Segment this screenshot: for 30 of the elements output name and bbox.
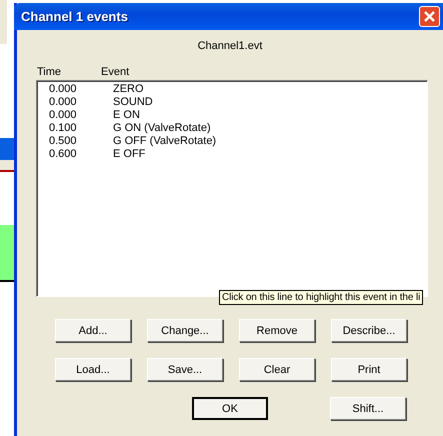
- event-time: 0.600: [48, 148, 78, 162]
- event-time: 0.000: [48, 83, 78, 96]
- close-button[interactable]: [419, 6, 440, 28]
- tooltip: Click on this line to highlight this event in the li: [219, 290, 424, 305]
- dialog-button[interactable]: Shift...: [330, 397, 406, 420]
- event-time: 0.500: [48, 135, 78, 148]
- column-header: Time: [37, 66, 62, 80]
- close-icon: [423, 10, 436, 24]
- event-name: E ON: [113, 109, 140, 122]
- event-time: 0.100: [48, 122, 78, 136]
- background-panel-drawing: [0, 0, 7, 44]
- file-name: Channel1.evt: [196, 40, 264, 54]
- event-name: E OFF: [113, 148, 146, 162]
- window-title: Channel 1 events: [20, 8, 128, 26]
- event-name: G ON (ValveRotate): [113, 122, 211, 136]
- dialog-button[interactable]: Print: [331, 358, 407, 381]
- dialog-button[interactable]: Remove: [239, 319, 315, 342]
- dialog-button[interactable]: Load...: [55, 358, 131, 381]
- column-header: Event: [101, 66, 130, 80]
- dialog-button[interactable]: Clear: [239, 358, 315, 381]
- dialog-button[interactable]: Save...: [147, 358, 223, 381]
- event-name: SOUND: [113, 96, 153, 110]
- event-time: 0.000: [48, 109, 78, 122]
- dialog-button[interactable]: Add...: [55, 319, 131, 342]
- dialog-button[interactable]: Describe...: [331, 319, 407, 342]
- dialog-button[interactable]: Change...: [147, 319, 223, 342]
- event-name: G OFF (ValveRotate): [113, 135, 216, 148]
- event-name: ZERO: [113, 83, 144, 96]
- event-time: 0.000: [48, 96, 78, 110]
- dialog-button[interactable]: OK: [192, 397, 268, 420]
